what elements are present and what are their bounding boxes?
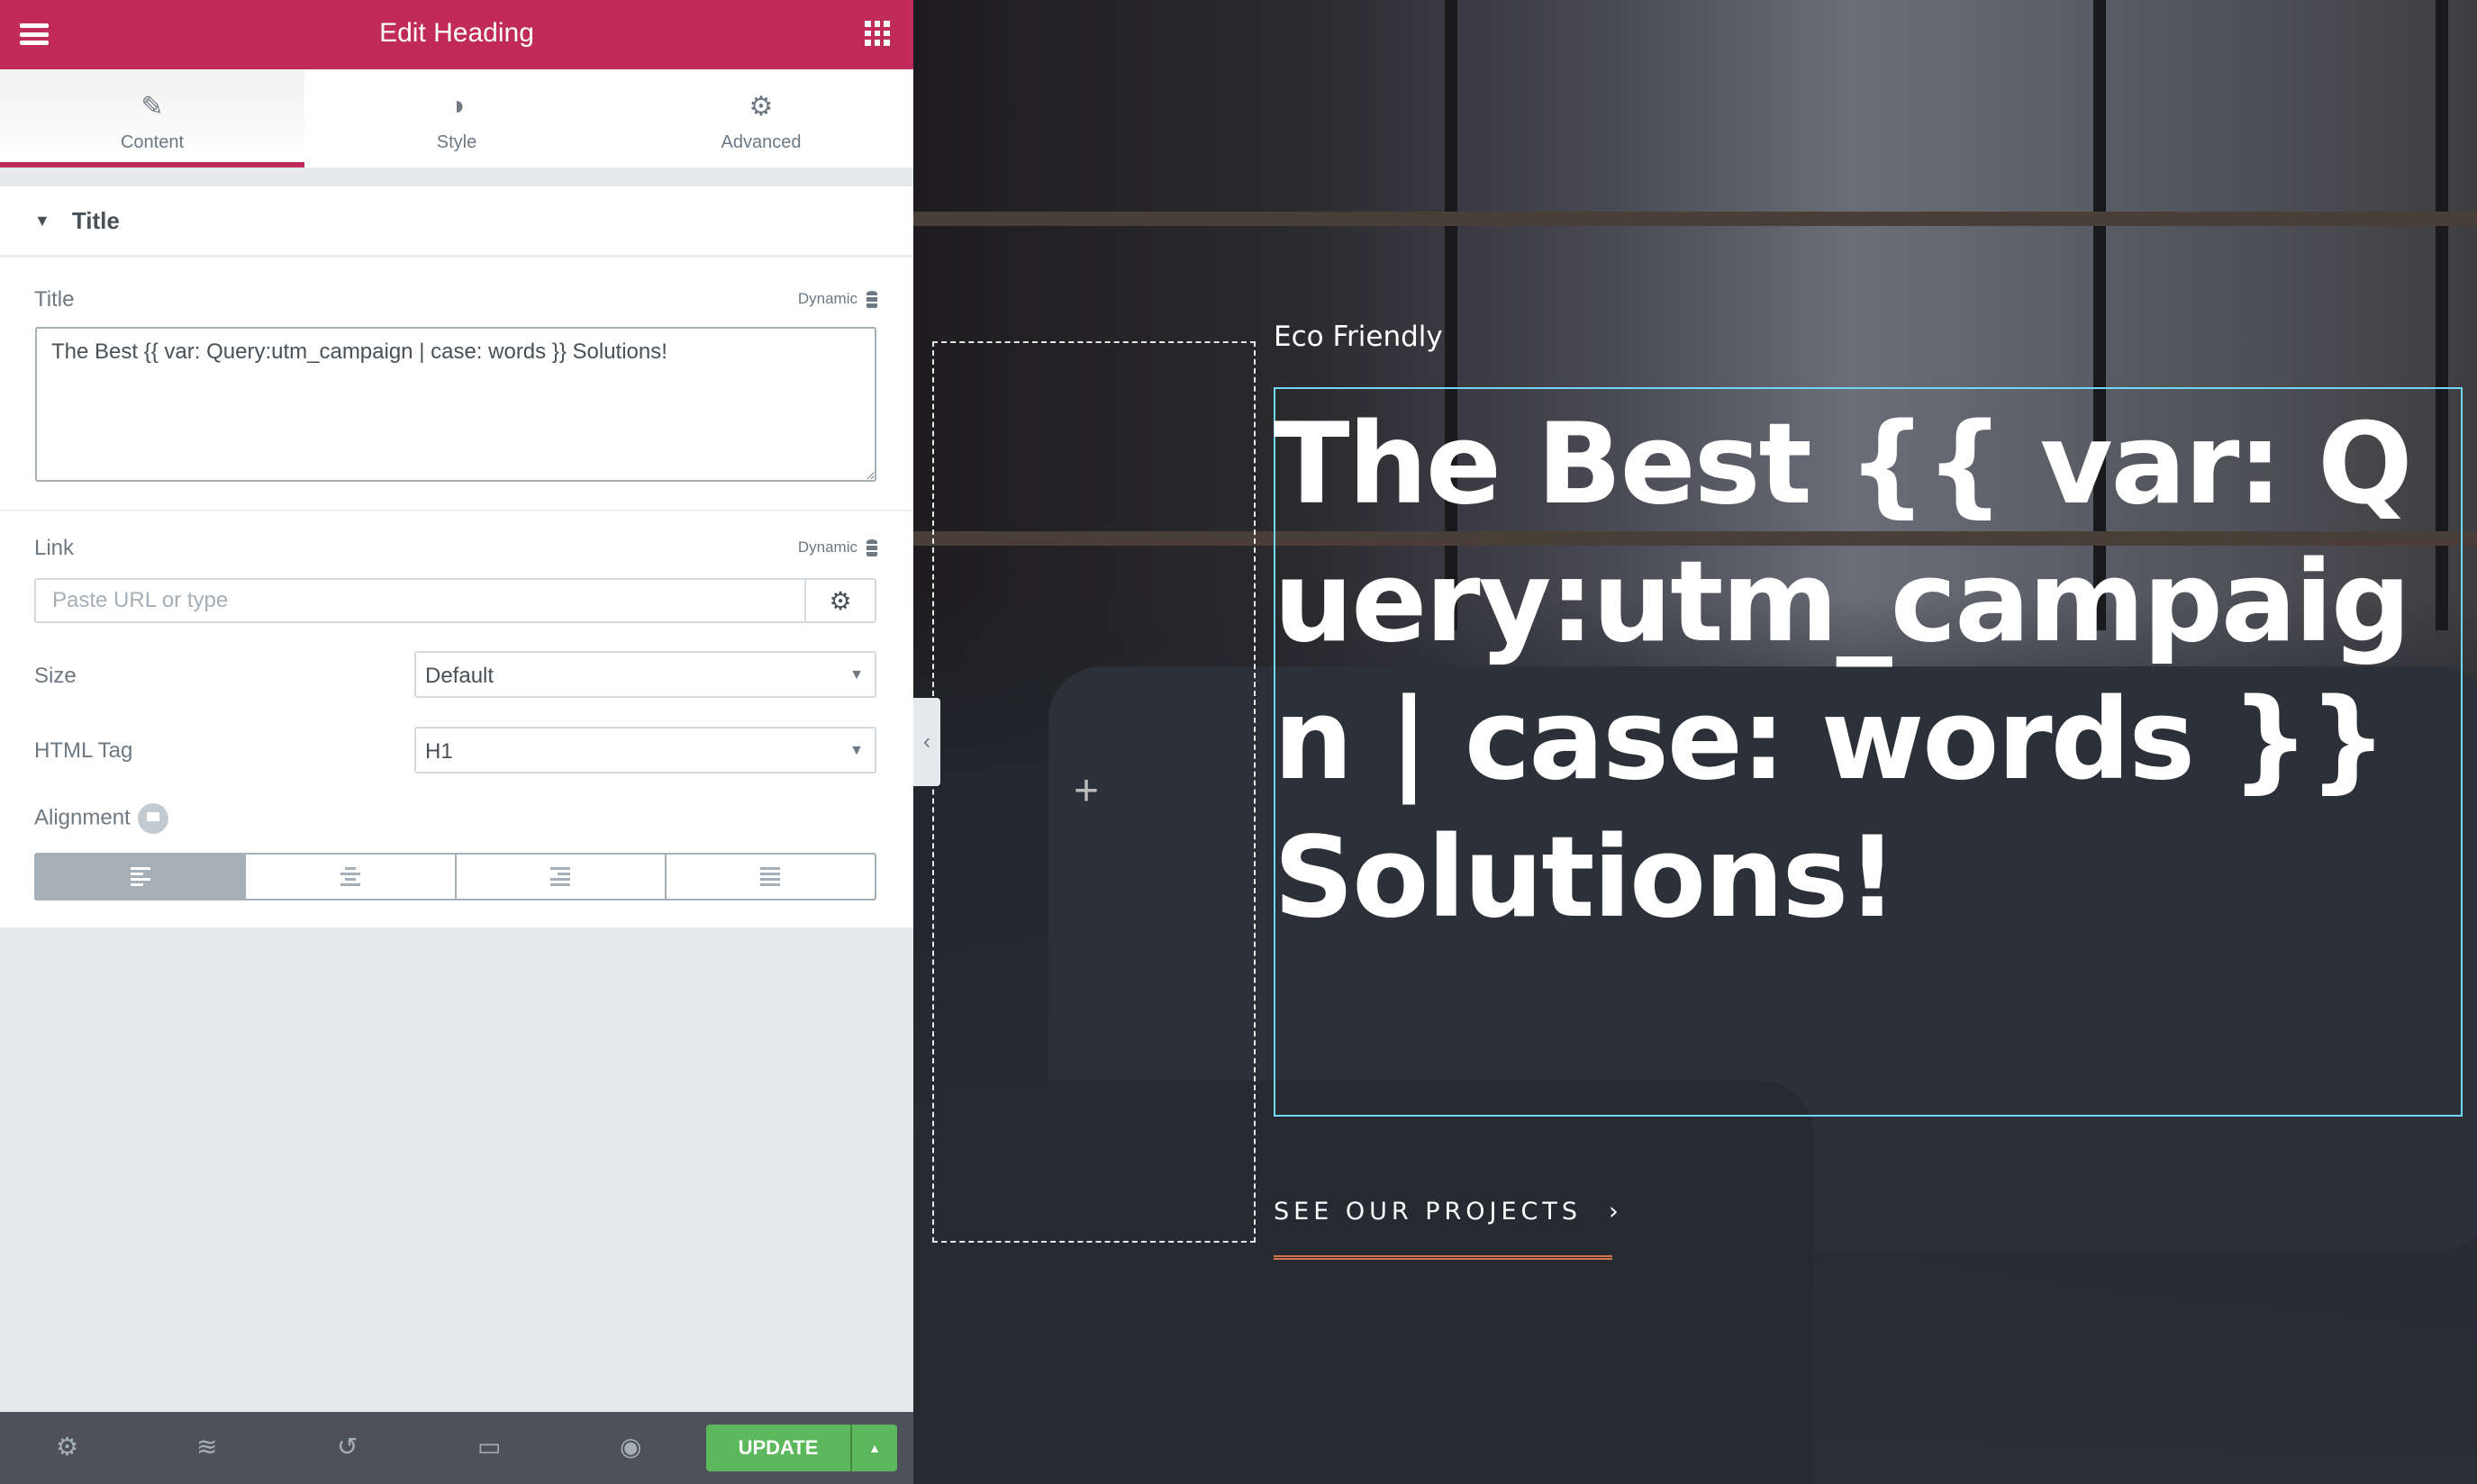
gear-icon: ⚙	[749, 92, 774, 122]
chevron-right-icon: ›	[1609, 1198, 1623, 1226]
panel-tabs: ✎ Content ◑ Style ⚙ Advanced	[0, 69, 913, 167]
grid-icon[interactable]	[865, 21, 890, 46]
pencil-icon: ✎	[141, 92, 164, 122]
link-field: ⚙	[34, 578, 876, 623]
tab-content[interactable]: ✎ Content	[0, 69, 304, 167]
dynamic-label: Dynamic	[797, 538, 857, 556]
save-options-caret-up-icon[interactable]: ▲	[850, 1425, 897, 1471]
caret-down-icon: ▼	[849, 743, 864, 758]
add-widget-plus-icon[interactable]: +	[1074, 766, 1099, 816]
responsive-desktop-icon[interactable]: ▭	[477, 1432, 501, 1461]
dynamic-label: Dynamic	[797, 290, 857, 307]
align-justify-icon	[760, 867, 781, 886]
align-right-icon	[550, 867, 571, 886]
cta-label: SEE OUR PROJECTS	[1274, 1198, 1582, 1226]
divider	[0, 167, 913, 186]
link-dynamic-button[interactable]: Dynamic	[798, 538, 877, 557]
html-tag-value: H1	[425, 739, 453, 764]
preview-eye-icon[interactable]: ◉	[620, 1432, 641, 1461]
background-shelf	[913, 212, 2477, 226]
settings-gear-icon[interactable]: ⚙	[56, 1432, 78, 1461]
html-tag-select[interactable]: H1 ▼	[414, 727, 876, 774]
caret-down-icon: ▼	[849, 667, 864, 683]
link-label: Link	[34, 536, 75, 560]
section-title: Title	[71, 206, 120, 234]
link-input[interactable]	[36, 580, 804, 621]
desktop-responsive-icon[interactable]	[137, 803, 168, 834]
contrast-icon: ◑	[448, 91, 466, 121]
tab-label: Advanced	[721, 132, 802, 152]
link-options-gear-icon[interactable]: ⚙	[804, 580, 875, 621]
title-section: ▼ Title Title Dynamic The Best {{ var: Qu…	[0, 186, 913, 928]
caret-down-icon: ▼	[34, 211, 50, 230]
database-icon	[866, 290, 877, 309]
tab-label: Content	[120, 132, 185, 152]
eyebrow-text[interactable]: Eco Friendly	[1274, 321, 1443, 353]
panel-title: Edit Heading	[379, 18, 534, 48]
editor-panel: Edit Heading ✎ Content ◑ Style ⚙ Advanced ▼…	[0, 0, 913, 1484]
align-left-button[interactable]	[36, 855, 245, 899]
heading-widget[interactable]: The Best {{ var: Query:utm_campaign | ca…	[1274, 396, 2463, 947]
title-label: Title	[34, 287, 75, 312]
alignment-text: Alignment	[34, 805, 131, 830]
alignment-control	[34, 853, 876, 900]
section-toggle[interactable]: ▼ Title	[0, 186, 913, 258]
empty-column[interactable]: +	[932, 341, 1256, 1243]
title-textarea[interactable]: The Best {{ var: Query:utm_campaign | ca…	[35, 327, 876, 482]
size-value: Default	[425, 664, 494, 688]
size-label: Size	[34, 664, 77, 688]
align-right-button[interactable]	[454, 855, 665, 899]
dynamic-tags-button[interactable]: Dynamic	[798, 290, 877, 309]
align-left-icon	[130, 867, 150, 886]
panel-header: Edit Heading	[0, 0, 913, 69]
tab-label: Style	[436, 132, 477, 152]
page-preview-canvas: ‹ + Eco Friendly The Best {{ var: Query:…	[913, 0, 2477, 1484]
panel-footer: ⚙ ≋ ↺ ▭ ◉ UPDATE ▲	[0, 1412, 913, 1484]
align-center-button[interactable]	[244, 855, 454, 899]
size-select[interactable]: Default ▼	[414, 651, 876, 698]
database-icon	[866, 538, 877, 557]
html-tag-label: HTML Tag	[34, 738, 133, 763]
cta-underline	[1274, 1255, 1612, 1260]
tab-advanced[interactable]: ⚙ Advanced	[609, 69, 913, 167]
alignment-label: Alignment	[34, 803, 168, 834]
align-center-icon	[340, 867, 360, 886]
align-justify-button[interactable]	[664, 855, 875, 899]
tab-style[interactable]: ◑ Style	[304, 69, 609, 167]
update-button[interactable]: UPDATE	[706, 1425, 850, 1471]
history-icon[interactable]: ↺	[337, 1432, 358, 1461]
divider	[0, 510, 913, 511]
navigator-layers-icon[interactable]: ≋	[196, 1432, 217, 1461]
update-button-group: UPDATE ▲	[706, 1425, 897, 1471]
see-our-projects-link[interactable]: SEE OUR PROJECTS ›	[1274, 1198, 1623, 1226]
